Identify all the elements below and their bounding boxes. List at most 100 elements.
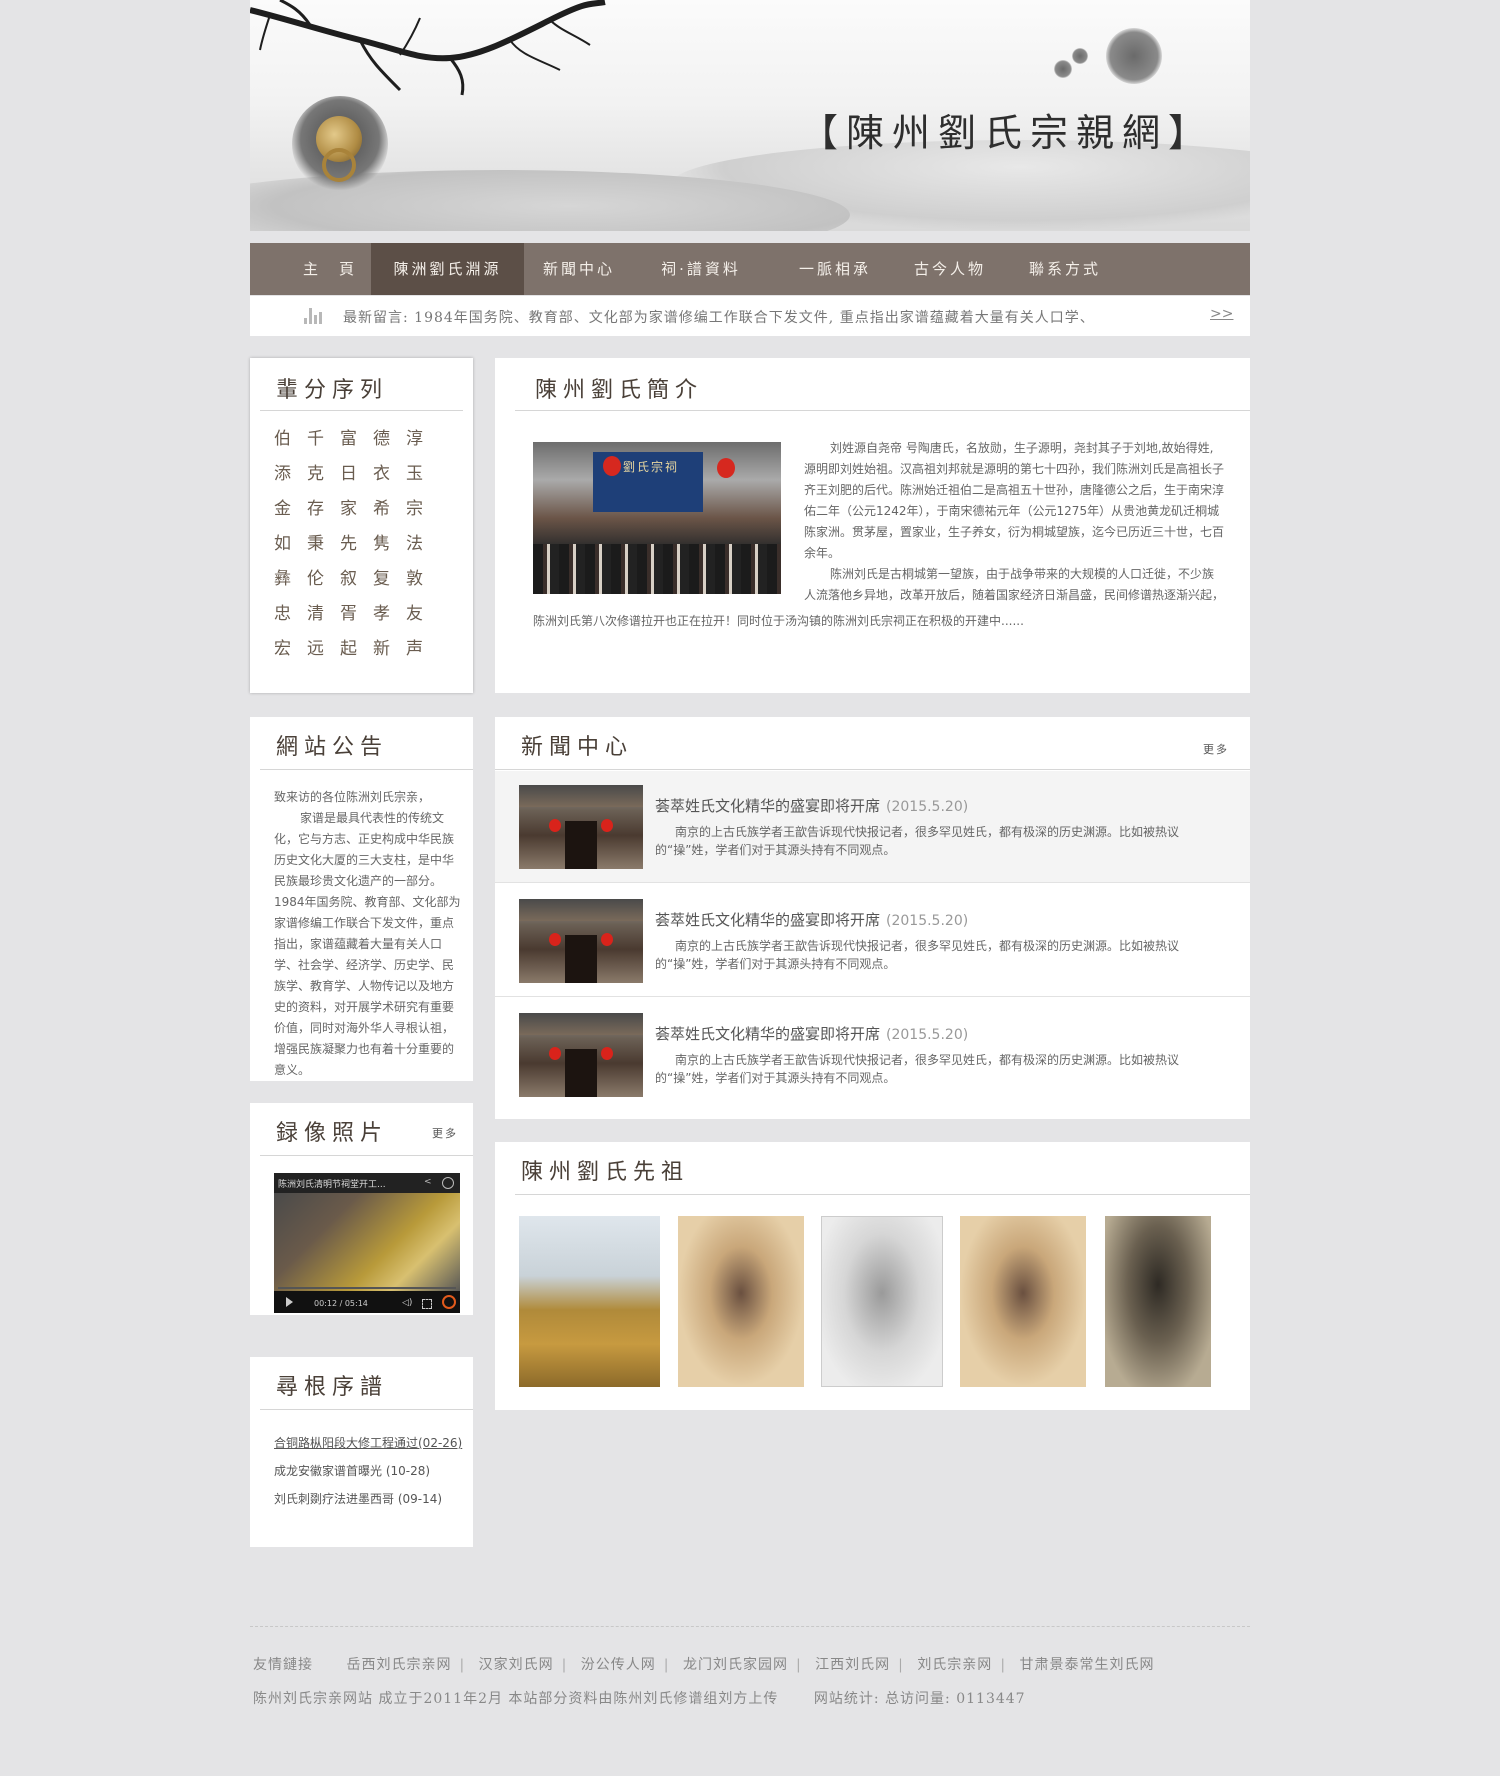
news-thumbnail[interactable] <box>519 899 643 983</box>
nav-item-records[interactable]: 祠·譜資料 <box>646 243 756 295</box>
nav-item-home[interactable]: 主 頁 <box>275 243 385 295</box>
generation-character: 添 <box>274 464 291 484</box>
nav-item-origin[interactable]: 陳洲劉氏淵源 <box>371 243 524 295</box>
generation-character: 隽 <box>373 534 390 554</box>
friend-link[interactable]: 岳西刘氏宗亲网 <box>346 1657 451 1673</box>
video-progress[interactable] <box>278 1287 456 1289</box>
nav-item-people[interactable]: 古今人物 <box>895 243 1005 295</box>
roots-panel: 尋根序譜 合铜路枞阳段大修工程通过(02-26) 成龙安徽家谱首曝光 (10-2… <box>250 1357 473 1547</box>
generation-character: 家 <box>340 499 357 519</box>
news-item[interactable]: 荟萃姓氏文化精华的盛宴即将开席 (2015.5.20) 南京的上古氏族学者王歆告诉现… <box>495 999 1250 1111</box>
share-icon[interactable]: < <box>424 1177 432 1187</box>
ancestor-portrait-statue[interactable] <box>519 1216 660 1387</box>
ancestors-title: 陳州劉氏先祖 <box>521 1160 690 1185</box>
news-headline[interactable]: 荟萃姓氏文化精华的盛宴即将开席 <box>655 911 880 929</box>
generation-row: 添克日衣玉 <box>274 459 444 494</box>
divider <box>495 769 1250 770</box>
roots-link[interactable]: 成龙安徽家谱首曝光 (10-28) <box>274 1457 462 1485</box>
generation-character: 如 <box>274 534 291 554</box>
friend-link[interactable]: 汉家刘氏网 <box>479 1657 554 1673</box>
news-headline[interactable]: 荟萃姓氏文化精华的盛宴即将开席 <box>655 797 880 815</box>
generation-character: 新 <box>373 639 390 659</box>
generation-character: 希 <box>373 499 390 519</box>
generation-row: 如秉先隽法 <box>274 529 444 564</box>
generation-character: 千 <box>307 429 324 449</box>
generation-character: 伦 <box>307 569 324 589</box>
generation-title: 輩分序列 <box>276 378 389 403</box>
news-item[interactable]: 荟萃姓氏文化精华的盛宴即将开席 (2015.5.20) 南京的上古氏族学者王歆告诉现… <box>495 885 1250 997</box>
generation-character: 远 <box>307 639 324 659</box>
friend-link[interactable]: 江西刘氏网 <box>815 1657 890 1673</box>
generation-character: 起 <box>340 639 357 659</box>
news-more-link[interactable]: 更多 <box>1203 741 1229 757</box>
friend-link[interactable]: 汾公传人网 <box>581 1657 656 1673</box>
news-date: (2015.5.20) <box>886 913 969 929</box>
video-more-link[interactable]: 更多 <box>432 1125 458 1141</box>
divider <box>260 1409 473 1410</box>
video-panel: 録像照片 更多 陈洲刘氏清明节祠堂开工... < 00:12 / 05:14 ◁… <box>250 1103 473 1315</box>
volume-icon[interactable]: ◁) <box>402 1298 412 1308</box>
site-title: 【陳州劉氏宗親網】 <box>800 111 1215 155</box>
ink-dot <box>1054 60 1072 78</box>
news-item-title[interactable]: 荟萃姓氏文化精华的盛宴即将开席 (2015.5.20) <box>655 1023 968 1044</box>
generation-character: 存 <box>307 499 324 519</box>
generation-character: 彝 <box>274 569 291 589</box>
ink-dot <box>1106 28 1162 84</box>
news-item-title[interactable]: 荟萃姓氏文化精华的盛宴即将开席 (2015.5.20) <box>655 795 968 816</box>
ancestor-portrait-drawing[interactable] <box>821 1216 943 1387</box>
divider <box>515 410 1250 411</box>
generation-character: 淳 <box>406 429 423 449</box>
generation-panel: 輩分序列 伯千富德淳添克日衣玉金存家希宗如秉先隽法彝伦叙复敦忠清胥孝友宏远起新声 <box>250 358 473 693</box>
ancestor-portrait-sketch[interactable] <box>960 1216 1086 1387</box>
news-thumbnail[interactable] <box>519 1013 643 1097</box>
generation-character: 克 <box>307 464 324 484</box>
nav-item-contact[interactable]: 聯系方式 <box>1010 243 1120 295</box>
latest-message-text[interactable]: 最新留言: 1984年国务院、教育部、文化部为家谱修编工作联合下发文件, 重点指… <box>343 307 1095 327</box>
generation-character: 宏 <box>274 639 291 659</box>
divider <box>495 882 1250 883</box>
ancestor-portrait-sketch[interactable] <box>678 1216 804 1387</box>
generation-character: 日 <box>340 464 357 484</box>
plum-branch-illustration <box>250 0 606 96</box>
info-icon[interactable] <box>442 1177 454 1189</box>
record-icon[interactable] <box>442 1295 456 1309</box>
news-item[interactable]: 荟萃姓氏文化精华的盛宴即将开席 (2015.5.20) 南京的上古氏族学者王歆告诉现… <box>495 771 1250 883</box>
generation-character: 孝 <box>373 604 390 624</box>
news-headline[interactable]: 荟萃姓氏文化精华的盛宴即将开席 <box>655 1025 880 1043</box>
video-player[interactable]: 陈洲刘氏清明节祠堂开工... < 00:12 / 05:14 ◁) <box>274 1173 460 1313</box>
generation-row: 宏远起新声 <box>274 634 444 669</box>
intro-paragraph-1: 刘姓源自尧帝 号陶唐氏，名放勋，生子源明，尧封其子于刘地,故始得姓,源明即刘姓始… <box>804 441 1225 560</box>
visit-stats: 网站统计: 总访问量: 0113447 <box>813 1691 1026 1707</box>
ink-dot <box>1072 48 1088 64</box>
nav-item-lineage[interactable]: 一脈相承 <box>780 243 890 295</box>
latest-message-more-link[interactable]: >> <box>1210 306 1233 322</box>
intro-title: 陳州劉氏簡介 <box>535 378 704 403</box>
friend-link[interactable]: 刘氏宗亲网 <box>917 1657 992 1673</box>
generation-character: 玉 <box>406 464 423 484</box>
hall-sign: 劉氏宗祠 <box>623 460 680 474</box>
generation-character: 伯 <box>274 429 291 449</box>
news-summary: 南京的上古氏族学者王歆告诉现代快报记者，很多罕见姓氏，都有极深的历史渊源。比如被… <box>655 939 1180 971</box>
notice-text: 致来访的各位陈洲刘氏宗亲， 家谱是最具代表性的传统文化，它与方志、正史构成中华民… <box>274 787 464 1081</box>
nav-item-news[interactable]: 新聞中心 <box>524 243 634 295</box>
friend-links-label: 友情鏈接 <box>253 1657 313 1673</box>
footer-info: 陈州刘氏宗亲网站 成立于2011年2月 本站部分资料由陈州刘氏修谱组刘方上传 网… <box>253 1688 1026 1708</box>
notice-body: 家谱是最具代表性的传统文化，它与方志、正史构成中华民族历史文化大厦的三大支柱，是… <box>274 811 461 1077</box>
copyright-text: 陈州刘氏宗亲网站 成立于2011年2月 本站部分资料由陈州刘氏修谱组刘方上传 <box>253 1691 779 1707</box>
news-panel: 新聞中心 更多 荟萃姓氏文化精华的盛宴即将开席 (2015.5.20) 南京的上古氏… <box>495 717 1250 1119</box>
ancestors-panel: 陳州劉氏先祖 <box>495 1142 1250 1410</box>
ancestral-hall-photo: 劉氏宗祠 <box>533 442 781 594</box>
friend-link[interactable]: 龙门刘氏家园网 <box>683 1657 788 1673</box>
fullscreen-icon[interactable] <box>422 1299 432 1309</box>
play-icon[interactable] <box>286 1297 293 1307</box>
generation-row: 忠清胥孝友 <box>274 599 444 634</box>
roots-link[interactable]: 合铜路枞阳段大修工程通过(02-26) <box>274 1429 462 1457</box>
generation-character: 清 <box>307 604 324 624</box>
roots-link[interactable]: 刘氏刺剟疗法进墨西哥 (09-14) <box>274 1485 462 1513</box>
generation-character: 叙 <box>340 569 357 589</box>
friend-link[interactable]: 甘肃景泰常生刘氏网 <box>1019 1657 1154 1673</box>
news-item-title[interactable]: 荟萃姓氏文化精华的盛宴即将开席 (2015.5.20) <box>655 909 968 930</box>
news-thumbnail[interactable] <box>519 785 643 869</box>
ancestor-portrait-engraving[interactable] <box>1105 1216 1211 1387</box>
intro-panel: 陳州劉氏簡介 劉氏宗祠 刘姓源自尧帝 号陶唐氏，名放勋，生子源明，尧封其子于刘地… <box>495 358 1250 693</box>
